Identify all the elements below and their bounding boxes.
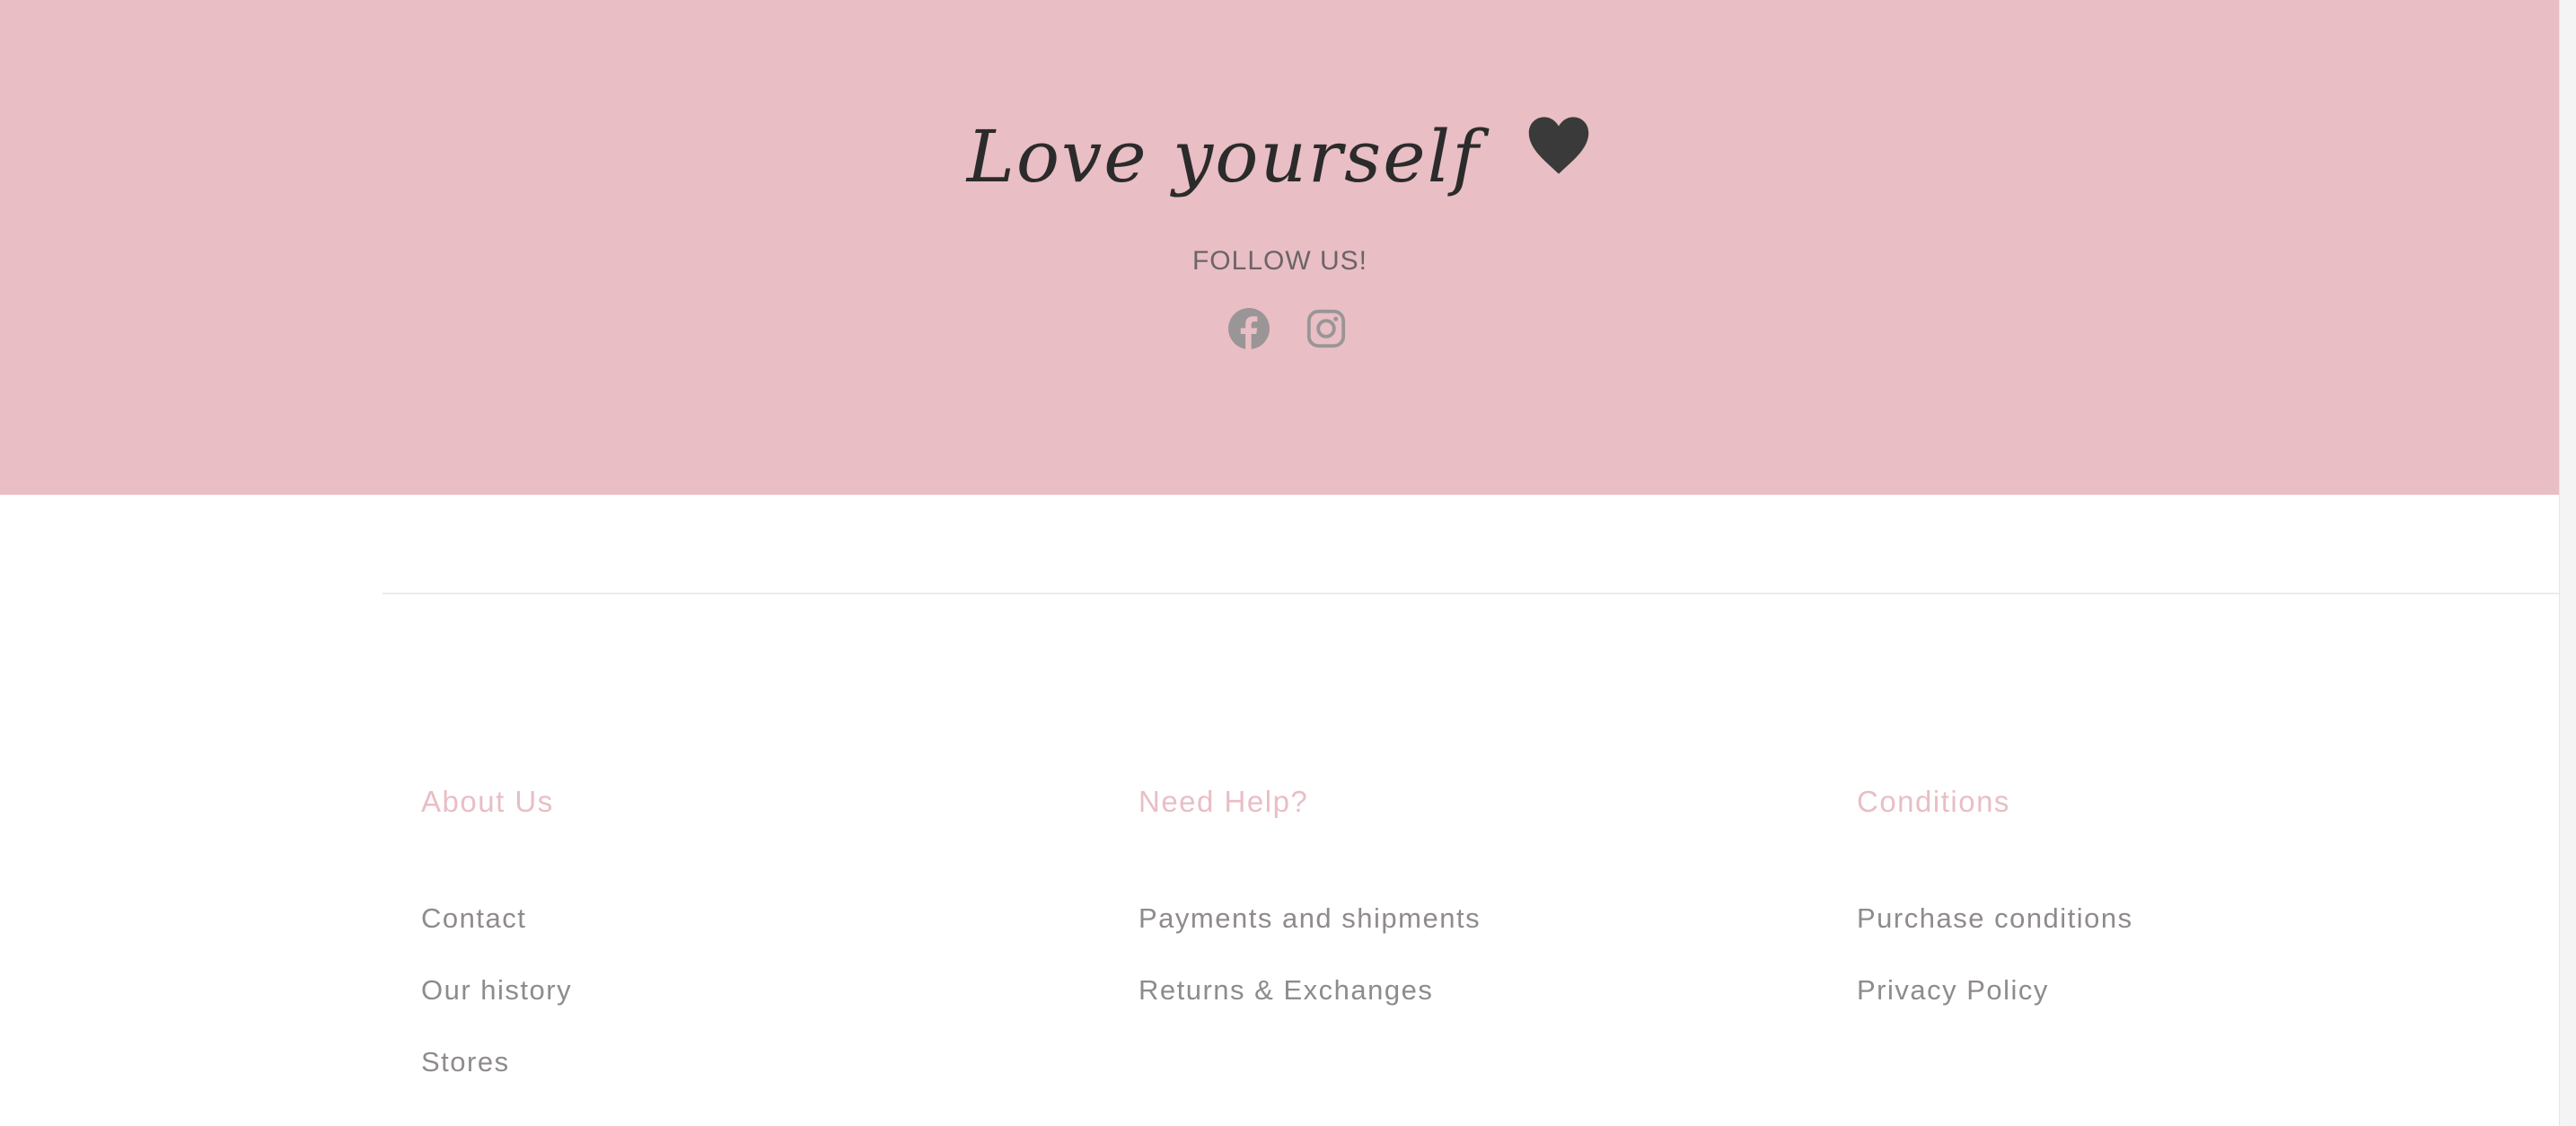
footer-link-stores[interactable]: Stores — [421, 1046, 510, 1078]
follow-us-label: FOLLOW US! — [1191, 246, 1368, 276]
footer-link-item: Payments and shipments — [1139, 896, 1481, 968]
footer-link-our-history[interactable]: Our history — [421, 974, 572, 1006]
footer-link-item: Purchase conditions — [1857, 896, 2133, 968]
footer-column-help: Need Help? Payments and shipments Return… — [1139, 779, 1767, 1006]
page-scrollbar[interactable] — [2559, 0, 2576, 1126]
footer-link-item: Returns & Exchanges — [1139, 968, 1481, 1040]
footer-link-payments-shipments[interactable]: Payments and shipments — [1139, 902, 1481, 934]
facebook-icon[interactable] — [1228, 308, 1270, 349]
love-yourself-banner: Love yourself FOLLOW US! — [0, 0, 2560, 495]
footer-link-item: Privacy Policy — [1857, 968, 2133, 1040]
footer-heading-about: About Us — [421, 785, 554, 818]
footer-link-privacy-policy[interactable]: Privacy Policy — [1857, 974, 2049, 1006]
page: Love yourself FOLLOW US! About Us Contac… — [0, 0, 2576, 1126]
footer-divider — [382, 593, 2560, 594]
footer-column-conditions: Conditions Purchase conditions Privacy P… — [1857, 779, 2485, 1006]
footer-links-conditions: Purchase conditions Privacy Policy — [1857, 896, 2133, 1040]
footer-link-item: Contact — [421, 896, 572, 968]
footer-link-purchase-conditions[interactable]: Purchase conditions — [1857, 902, 2133, 934]
footer-heading-help: Need Help? — [1139, 785, 1309, 818]
social-links — [1228, 308, 1347, 349]
instagram-icon[interactable] — [1306, 308, 1347, 349]
footer-link-item: Stores — [421, 1040, 572, 1112]
footer-link-returns-exchanges[interactable]: Returns & Exchanges — [1139, 974, 1433, 1006]
banner-title: Love yourself — [966, 115, 1481, 198]
footer-link-contact[interactable]: Contact — [421, 902, 526, 934]
footer-heading-conditions: Conditions — [1857, 785, 2010, 818]
footer-links-about: Contact Our history Stores — [421, 896, 572, 1112]
footer-column-about: About Us Contact Our history Stores — [421, 779, 1050, 1078]
footer-links-help: Payments and shipments Returns & Exchang… — [1139, 896, 1481, 1040]
banner-title-row: Love yourself — [0, 90, 2560, 230]
heart-icon — [1525, 90, 1593, 224]
footer-link-item: Our history — [421, 968, 572, 1040]
